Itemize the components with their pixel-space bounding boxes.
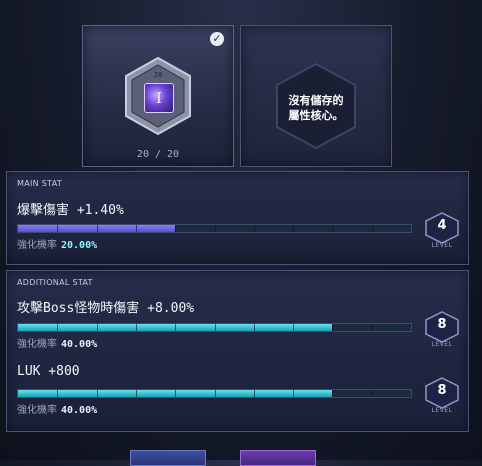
progress-segment-divider (372, 390, 373, 397)
progress-segment-divider (293, 390, 294, 397)
additional-stat-panel: ADDITIONAL STAT 攻擊Boss怪物時傷害 +8.00% 強化機率 4… (6, 270, 469, 432)
progress-segment-divider (372, 225, 373, 232)
progress-segment-divider (293, 225, 294, 232)
progress-segment-divider (175, 225, 176, 232)
progress-segment-divider (97, 390, 98, 397)
empty-core-slot[interactable]: 沒有儲存的 屬性核心。 (240, 25, 392, 167)
selected-core-slot[interactable]: ✓ 20 I 20 / 20 (82, 25, 234, 167)
progress-segment-divider (254, 225, 255, 232)
progress-segment-divider (136, 390, 137, 397)
progress-segment-divider (215, 225, 216, 232)
main-stat-probability-value: 20.00% (61, 240, 98, 251)
progress-segment-divider (215, 390, 216, 397)
progress-segment-divider (97, 225, 98, 232)
progress-segment-divider (332, 324, 333, 331)
progress-segment-divider (175, 390, 176, 397)
progress-segment-divider (293, 324, 294, 331)
progress-segment-divider (57, 324, 58, 331)
main-stat-probability: 強化機率 20.00% (17, 236, 97, 251)
action-button-right[interactable] (240, 450, 316, 466)
additional-stat-level-badge: 8 LEVEL (424, 311, 460, 355)
core-count: 20 / 20 (136, 149, 180, 160)
progress-segment-divider (372, 324, 373, 331)
core-level-badge: 20 (153, 71, 163, 79)
core-emblem: 20 I (123, 56, 193, 136)
additional-stat-probability: 強化機率 40.00% (17, 335, 97, 350)
additional-stat-level: 8 (437, 317, 447, 332)
main-stat-level-label: LEVEL (431, 242, 453, 249)
action-button-left[interactable] (130, 450, 206, 466)
additional-stat-name: LUK +800 (17, 364, 80, 379)
core-icon: I (144, 83, 174, 113)
additional-stat-probability-value: 40.00% (61, 339, 98, 350)
main-stat-level: 4 (437, 218, 447, 233)
progress-segment-divider (254, 390, 255, 397)
progress-segment-divider (97, 324, 98, 331)
additional-stat-level-label: LEVEL (431, 341, 453, 348)
check-icon: ✓ (210, 32, 224, 46)
additional-stat-label: ADDITIONAL STAT (17, 278, 93, 287)
main-stat-name: 爆擊傷害 +1.40% (17, 203, 124, 218)
additional-stat-probability: 強化機率 40.00% (17, 401, 97, 416)
main-stat-panel: MAIN STAT 爆擊傷害 +1.40% 強化機率 20.00% 4 LEVEL (6, 171, 469, 265)
additional-stat-level-badge: 8 LEVEL (424, 377, 460, 421)
progress-segment-divider (254, 324, 255, 331)
additional-stat-progress-bar (17, 323, 412, 332)
progress-segment-divider (332, 390, 333, 397)
progress-segment-divider (57, 225, 58, 232)
progress-segment-divider (57, 390, 58, 397)
additional-stat-probability-label: 強化機率 (17, 339, 57, 350)
progress-segment-divider (215, 324, 216, 331)
additional-stat-name: 攻擊Boss怪物時傷害 +8.00% (17, 301, 195, 316)
additional-stat-level-label: LEVEL (431, 407, 453, 414)
main-stat-progress-bar (17, 224, 412, 233)
progress-segment-divider (332, 225, 333, 232)
progress-segment-divider (175, 324, 176, 331)
additional-stat-level: 8 (437, 383, 447, 398)
empty-slot-message: 沒有儲存的 屬性核心。 (288, 94, 344, 122)
additional-stat-probability-value: 40.00% (61, 405, 98, 416)
progress-segment-divider (136, 225, 137, 232)
main-stat-label: MAIN STAT (17, 179, 63, 188)
main-stat-level-badge: 4 LEVEL (424, 212, 460, 256)
additional-stat-progress-bar (17, 389, 412, 398)
progress-segment-divider (136, 324, 137, 331)
main-stat-probability-label: 強化機率 (17, 240, 57, 251)
additional-stat-probability-label: 強化機率 (17, 405, 57, 416)
